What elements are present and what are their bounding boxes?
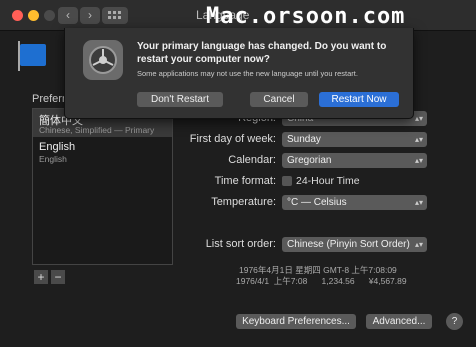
zoom-window-button[interactable] <box>44 10 55 21</box>
24-hour-checkbox[interactable] <box>282 176 292 186</box>
watermark: Mac.orsoon.com <box>206 4 406 29</box>
language-detail: Chinese, Simplified — Primary <box>39 125 155 135</box>
number-format-sample: 1976/4/1 上午7:08 1,234.56 ¥4,567.89 <box>236 276 407 286</box>
temperature-select[interactable]: °C — Celsius ▴▾ <box>282 195 427 210</box>
dont-restart-button[interactable]: Don't Restart <box>137 92 223 107</box>
close-window-button[interactable] <box>12 10 23 21</box>
calendar-label: Calendar: <box>228 154 276 166</box>
calendar-value: Gregorian <box>287 155 332 166</box>
sort-order-select[interactable]: Chinese (Pinyin Sort Order) ▴▾ <box>282 237 427 252</box>
time-format-label: Time format: <box>214 175 276 187</box>
calendar-select[interactable]: Gregorian ▴▾ <box>282 153 427 168</box>
keyboard-preferences-button[interactable]: Keyboard Preferences... <box>236 314 356 329</box>
remove-language-button[interactable]: − <box>51 270 65 284</box>
language-detail: English <box>39 154 67 164</box>
cancel-button[interactable]: Cancel <box>250 92 308 107</box>
list-item[interactable]: English English <box>33 138 172 166</box>
first-day-value: Sunday <box>287 134 321 145</box>
show-all-button[interactable] <box>102 7 128 24</box>
chevron-updown-icon: ▴▾ <box>414 156 423 165</box>
title-bar: ‹ › Language Mac.orsoon.com <box>0 0 476 31</box>
temperature-label: Temperature: <box>211 196 276 208</box>
24-hour-checkbox-label[interactable]: 24-Hour Time <box>296 175 360 187</box>
sort-order-value: Chinese (Pinyin Sort Order) <box>287 239 410 250</box>
chevron-updown-icon: ▴▾ <box>414 135 423 144</box>
chevron-updown-icon: ▴▾ <box>414 198 423 207</box>
first-day-label: First day of week: <box>189 133 276 145</box>
dialog-message: Some applications may not use the new la… <box>137 69 358 78</box>
back-button[interactable]: ‹ <box>58 7 78 24</box>
restart-now-button[interactable]: Restart Now <box>319 92 399 107</box>
help-button[interactable]: ? <box>446 313 463 330</box>
advanced-button[interactable]: Advanced... <box>366 314 432 329</box>
restart-dialog: Your primary language has changed. Do yo… <box>64 28 414 119</box>
chevron-updown-icon: ▴▾ <box>414 240 423 249</box>
add-language-button[interactable]: + <box>34 270 48 284</box>
sort-order-label: List sort order: <box>205 238 276 250</box>
chevron-right-icon: › <box>88 8 92 22</box>
minimize-window-button[interactable] <box>28 10 39 21</box>
chevron-left-icon: ‹ <box>66 8 70 22</box>
forward-button[interactable]: › <box>80 7 100 24</box>
language-list[interactable]: 簡体中文 Chinese, Simplified — Primary Engli… <box>32 108 173 265</box>
chevron-updown-icon: ▴▾ <box>414 114 423 123</box>
first-day-select[interactable]: Sunday ▴▾ <box>282 132 427 147</box>
dialog-title: Your primary language has changed. Do yo… <box>137 41 387 65</box>
temperature-value: °C — Celsius <box>287 197 347 208</box>
system-preferences-gear-icon <box>83 40 123 80</box>
language-flag-icon <box>18 41 46 71</box>
language-name: English <box>39 141 76 153</box>
